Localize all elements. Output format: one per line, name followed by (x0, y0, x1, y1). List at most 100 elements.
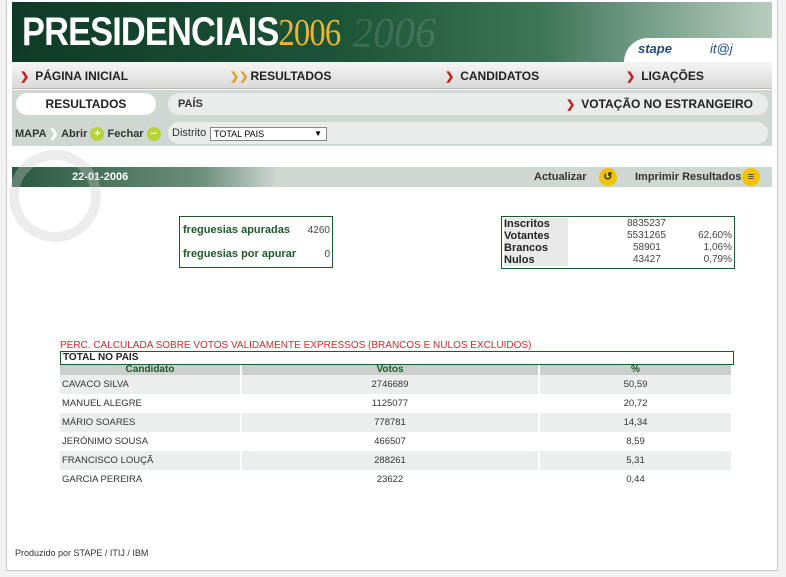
candidate-votes: 288261 (241, 451, 540, 470)
nav-label: CANDIDATOS (460, 69, 540, 83)
abrir-button[interactable]: Abrir + (61, 127, 105, 142)
summary-label: Votantes (504, 230, 568, 242)
summary-label: Brancos (504, 242, 568, 254)
footer-credits: Produzido por STAPE / ITIJ / IBM (15, 548, 149, 558)
header-banner: 2006 PRESIDENCIAIS2006 stape it@j (12, 2, 772, 62)
abrir-label: Abrir (61, 128, 88, 140)
nav-label: PÁGINA INICIAL (35, 69, 129, 83)
candidate-name: FRANCISCO LOUÇÃ (60, 451, 242, 470)
distrito-label: Distrito (172, 127, 207, 139)
votacao-estrangeiro-link[interactable]: ❯ VOTAÇÃO NO ESTRANGEIRO (566, 97, 753, 111)
arrow-icon: ❯ (49, 128, 59, 140)
candidate-name: CAVACO SILVA (60, 375, 242, 394)
abroad-label: VOTAÇÃO NO ESTRANGEIRO (581, 97, 754, 111)
col-votos: Votos (241, 365, 540, 375)
print-icon[interactable]: ≡ (742, 168, 760, 186)
actualizar-link[interactable]: Actualizar (534, 171, 587, 183)
candidate-pct: 5,31 (539, 451, 733, 470)
mapa-label: MAPA (15, 128, 47, 140)
fechar-button[interactable]: Fechar − (107, 127, 161, 142)
sub-nav: RESULTADOS PAÍS ❯ VOTAÇÃO NO ESTRANGEIRO … (12, 90, 772, 146)
candidate-pct: 14,34 (539, 413, 733, 432)
pais-bar: PAÍS ❯ VOTAÇÃO NO ESTRANGEIRO (168, 93, 768, 115)
logo-year: 2006 (278, 12, 341, 54)
percentage-note: PERC. CALCULADA SOBRE VOTOS VALIDAMENTE … (60, 340, 532, 351)
summary-pct: 1,06% (703, 242, 732, 253)
resultados-tab[interactable]: RESULTADOS (16, 93, 156, 115)
candidate-votes: 23622 (241, 470, 540, 489)
col-pct: % (539, 365, 733, 375)
nav-pagina-inicial[interactable]: ❯ PÁGINA INICIAL (20, 69, 128, 83)
summary-row-inscritos: Inscritos 8835237 (502, 218, 734, 230)
nav-resultados[interactable]: ❯❯ RESULTADOS (230, 69, 331, 83)
table-row: JERÓNIMO SOUSA 466507 8,59 (60, 432, 733, 451)
plus-icon: + (90, 127, 105, 142)
candidate-votes: 778781 (241, 413, 540, 432)
candidate-name: MANUEL ALEGRE (60, 394, 242, 413)
stape-logo[interactable]: stape (638, 41, 672, 56)
candidate-votes: 466507 (241, 432, 540, 451)
mapa-controls: MAPA ❯ Abrir + Fechar − (15, 127, 161, 142)
nav-ligacoes[interactable]: ❯ LIGAÇÕES (626, 69, 704, 83)
imprimir-link[interactable]: Imprimir Resultados (635, 171, 741, 183)
summary-label: Nulos (504, 254, 568, 266)
candidate-pct: 20,72 (539, 394, 733, 413)
logo-main: PRESIDENCIAIS (22, 10, 279, 54)
col-candidato: Candidato (60, 365, 242, 375)
summary-value: 43427 (633, 254, 661, 265)
candidate-name: JERÓNIMO SOUSA (60, 432, 242, 451)
summary-pct: 62,60% (698, 230, 732, 241)
freguesias-apuradas-label: freguesias apuradas (183, 224, 290, 236)
summary-value: 8835237 (627, 218, 666, 229)
summary-row-nulos: Nulos 43427 0,79% (502, 254, 734, 266)
pais-link[interactable]: PAÍS (178, 98, 203, 110)
candidate-pct: 8,59 (539, 432, 733, 451)
site-logo[interactable]: PRESIDENCIAIS2006 (22, 10, 341, 55)
freguesias-box: freguesias apuradas 4260 freguesias por … (179, 216, 333, 268)
fechar-label: Fechar (107, 128, 144, 140)
arrow-icon: ❯ (20, 71, 30, 83)
nav-candidatos[interactable]: ❯ CANDIDATOS (445, 69, 539, 83)
freguesias-apuradas-value: 4260 (307, 225, 330, 236)
ghost-year: 2006 (352, 11, 436, 57)
results-table: Candidato Votos % CAVACO SILVA 2746689 5… (60, 365, 733, 489)
candidate-name: GARCIA PEREIRA (60, 470, 242, 489)
summary-value: 5531265 (627, 230, 666, 241)
page-frame: 2006 PRESIDENCIAIS2006 stape it@j ❯ PÁGIN… (6, 0, 778, 571)
summary-row-brancos: Brancos 58901 1,06% (502, 242, 734, 254)
total-no-pais-label: TOTAL NO PAIS (60, 351, 734, 365)
watermark-seal (9, 150, 101, 242)
itij-logo[interactable]: it@j (710, 41, 733, 56)
table-row: GARCIA PEREIRA 23622 0,44 (60, 470, 733, 489)
summary-box: Inscritos 8835237 Votantes 5531265 62,60… (501, 216, 735, 269)
refresh-icon[interactable]: ↺ (599, 168, 617, 186)
nav-label: LIGAÇÕES (641, 69, 704, 83)
summary-pct: 0,79% (703, 254, 732, 265)
table-row: MANUEL ALEGRE 1125077 20,72 (60, 394, 733, 413)
arrow-icon: ❯ (566, 99, 576, 111)
candidate-pct: 50,59 (539, 375, 733, 394)
candidate-votes: 2746689 (241, 375, 540, 394)
table-row: FRANCISCO LOUÇÃ 288261 5,31 (60, 451, 733, 470)
arrow-icon: ❯ (445, 71, 455, 83)
nav-label: RESULTADOS (250, 69, 332, 83)
table-row: MÁRIO SOARES 778781 14,34 (60, 413, 733, 432)
table-row: CAVACO SILVA 2746689 50,59 (60, 375, 733, 394)
candidate-pct: 0,44 (539, 470, 733, 489)
freguesias-por-apurar-value: 0 (324, 249, 330, 260)
summary-value: 58901 (633, 242, 661, 253)
summary-row-votantes: Votantes 5531265 62,60% (502, 230, 734, 242)
candidate-votes: 1125077 (241, 394, 540, 413)
summary-label: Inscritos (504, 218, 568, 230)
candidate-name: MÁRIO SOARES (60, 413, 242, 432)
arrow-icon: ❯ (626, 71, 636, 83)
distrito-select[interactable]: TOTAL PAIS ▼ (210, 127, 327, 141)
partner-tab: stape it@j (624, 38, 772, 62)
caret-down-icon: ▼ (314, 129, 322, 138)
distrito-value: TOTAL PAIS (214, 129, 265, 139)
date-bar: 22-01-2006 Actualizar ↺ Imprimir Resulta… (12, 167, 772, 187)
main-nav: ❯ PÁGINA INICIAL ❯❯ RESULTADOS ❯ CANDIDATOS… (12, 62, 772, 89)
table-header-row: Candidato Votos % (60, 365, 733, 375)
minus-icon: − (146, 127, 161, 142)
freguesias-por-apurar-label: freguesias por apurar (183, 248, 297, 260)
